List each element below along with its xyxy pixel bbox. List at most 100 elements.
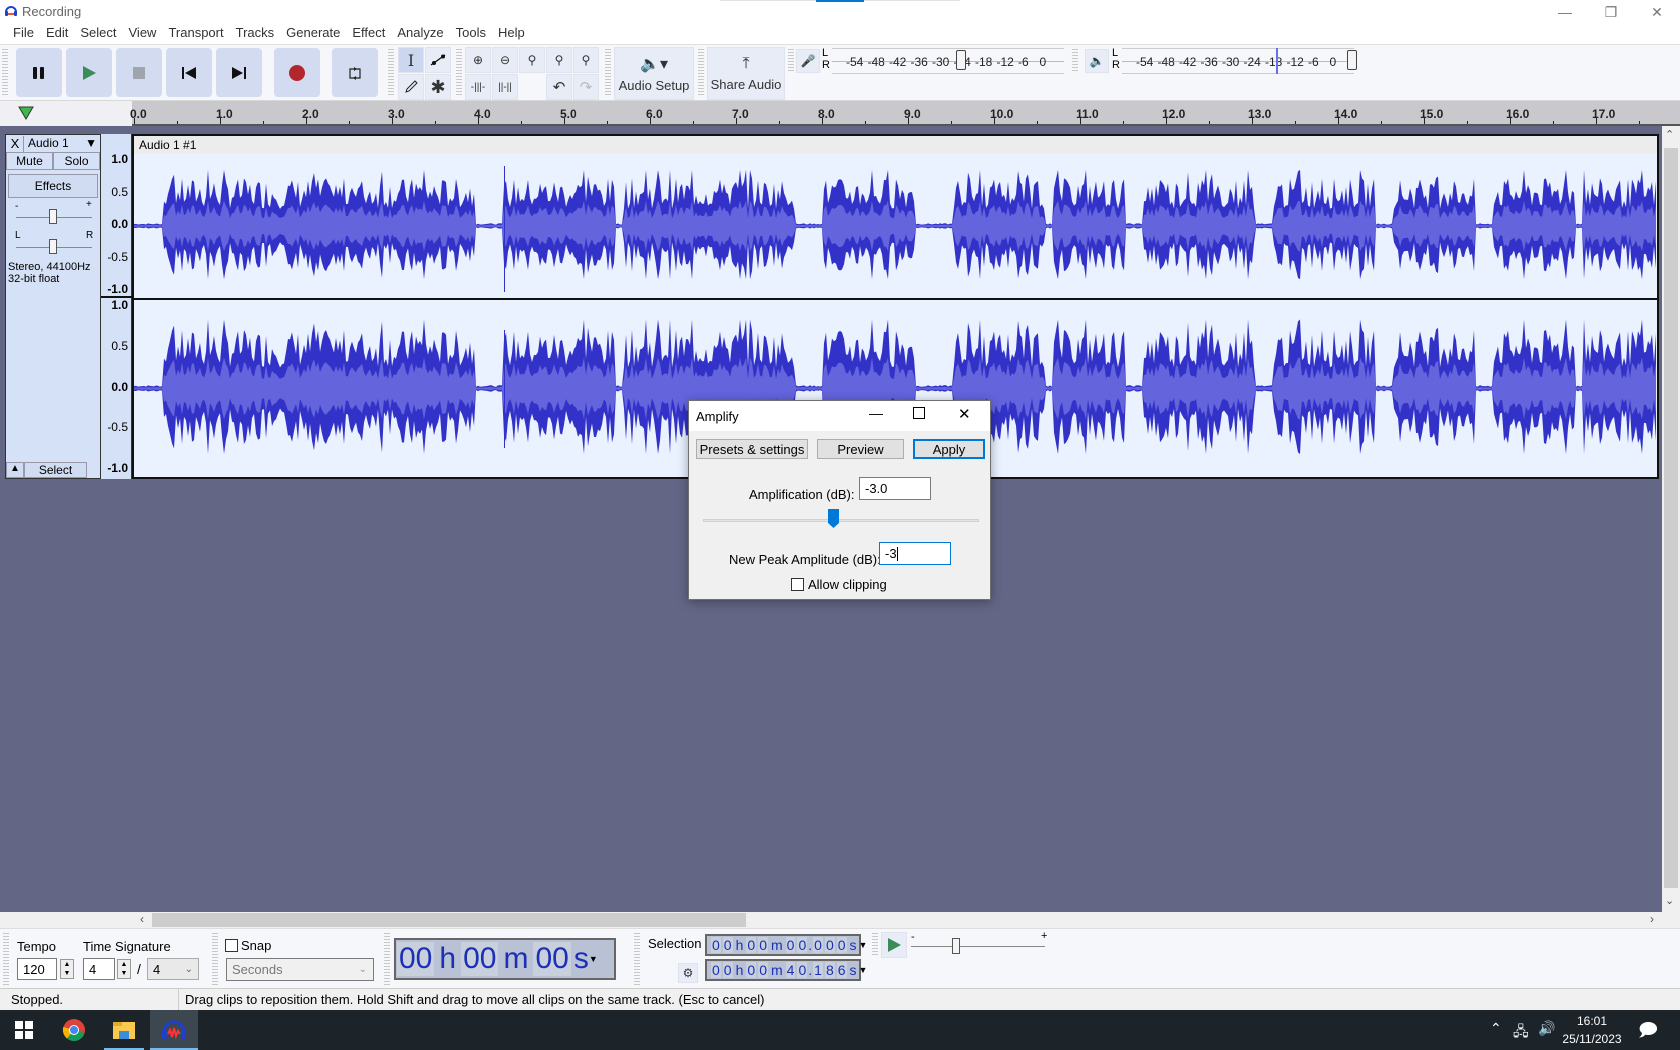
pause-button[interactable] xyxy=(16,48,62,97)
tempo-input[interactable]: 120 xyxy=(17,958,57,980)
timeline-ruler[interactable]: 0.0 1.0 2.0 3.0 4.0 5.0 6.0 7.0 8.0 9.0 10.0 11.0 12… xyxy=(0,101,1680,126)
undo-button[interactable]: ↶ xyxy=(546,74,572,100)
effects-button[interactable]: Effects xyxy=(8,174,98,198)
toolbar-grip[interactable] xyxy=(212,933,218,985)
menu-tracks[interactable]: Tracks xyxy=(230,24,281,44)
show-hidden-icons[interactable]: ⌃ xyxy=(1490,1020,1502,1037)
solo-button[interactable]: Solo xyxy=(53,152,100,170)
network-icon[interactable]: 🖧 xyxy=(1513,1021,1529,1045)
toolbar-grip[interactable] xyxy=(872,933,878,957)
menu-select[interactable]: Select xyxy=(74,24,122,44)
time-display[interactable]: 00 h 00 m 00 s ▼ xyxy=(394,938,616,980)
track-name-menu[interactable]: Audio 1 ▼ xyxy=(25,136,99,152)
amplification-slider-thumb[interactable] xyxy=(827,509,839,528)
time-format-caret-icon[interactable]: ▼ xyxy=(859,965,868,975)
loop-button[interactable] xyxy=(332,48,378,97)
tempo-spinner[interactable]: ▲ ▼ xyxy=(60,959,74,979)
horizontal-scrollbar[interactable]: ‹ › xyxy=(0,912,1680,928)
record-meter[interactable]: -54-48-42-36-30-24-18-12-60 xyxy=(832,48,1064,74)
zoom-out-button[interactable]: ⊖ xyxy=(492,47,518,73)
stop-button[interactable] xyxy=(116,48,162,97)
time-format-caret-icon[interactable]: ▼ xyxy=(589,954,598,964)
taskbar-clock[interactable]: 16:01 25/11/2023 xyxy=(1562,1012,1622,1048)
toolbar-grip[interactable] xyxy=(388,49,394,97)
toolbar-grip[interactable] xyxy=(1072,49,1078,73)
play-speed-slider-thumb[interactable] xyxy=(952,938,960,954)
record-meter-slider-thumb[interactable] xyxy=(956,50,966,70)
snap-checkbox[interactable] xyxy=(225,939,238,952)
menu-file[interactable]: File xyxy=(7,24,40,44)
mute-button[interactable]: Mute xyxy=(6,152,53,170)
toolbar-grip[interactable] xyxy=(788,49,794,73)
menu-view[interactable]: View xyxy=(123,24,163,44)
amplification-input[interactable]: -3.0 xyxy=(859,477,931,500)
time-format-caret-icon[interactable]: ▼ xyxy=(859,940,868,950)
chrome-taskbar-button[interactable] xyxy=(50,1010,98,1050)
track-close-button[interactable]: X xyxy=(7,136,24,152)
menu-effect[interactable]: Effect xyxy=(346,24,391,44)
toolbar-grip[interactable] xyxy=(698,49,704,97)
audacity-taskbar-button[interactable] xyxy=(150,1010,198,1050)
apply-button[interactable]: Apply xyxy=(913,439,985,459)
gain-slider-thumb[interactable] xyxy=(49,209,57,224)
playback-meter-slider-thumb[interactable] xyxy=(1347,50,1357,70)
audio-setup-button[interactable]: 🔈▾ Audio Setup xyxy=(614,47,694,100)
vertical-scroll-thumb[interactable] xyxy=(1664,148,1678,888)
toolbar-grip[interactable] xyxy=(634,933,640,985)
scroll-down-icon[interactable]: ⌄ xyxy=(1665,894,1674,907)
zoom-toggle-button[interactable]: ⚲ xyxy=(573,47,599,73)
menu-transport[interactable]: Transport xyxy=(162,24,229,44)
vertical-scrollbar[interactable]: ⌃ ⌄ xyxy=(1662,126,1680,912)
preview-button[interactable]: Preview xyxy=(817,439,904,459)
selection-start-display[interactable]: 0 0 h 0 0 m 0 0. 0 0 0 s ▼ xyxy=(705,934,867,956)
share-audio-button[interactable]: ⤒ Share Audio xyxy=(707,47,785,100)
record-button[interactable] xyxy=(274,48,320,97)
dialog-minimize-icon[interactable]: — xyxy=(869,405,883,421)
time-sig-spinner[interactable]: ▲ ▼ xyxy=(117,959,131,979)
toolbar-grip[interactable] xyxy=(3,933,9,985)
clip-header[interactable]: Audio 1 #1 xyxy=(134,136,1657,154)
envelope-tool-button[interactable] xyxy=(425,47,451,73)
dialog-maximize-icon[interactable] xyxy=(913,407,925,419)
toolbar-grip[interactable] xyxy=(456,49,462,97)
menu-generate[interactable]: Generate xyxy=(280,24,346,44)
allow-clipping-checkbox[interactable] xyxy=(791,578,804,591)
pan-slider-thumb[interactable] xyxy=(49,239,57,254)
waveform-left-channel[interactable] xyxy=(134,154,1657,298)
play-at-speed-button[interactable] xyxy=(881,932,907,958)
presets-settings-button[interactable]: Presets & settings xyxy=(696,439,808,459)
dialog-close-icon[interactable]: ✕ xyxy=(958,405,971,423)
horizontal-scroll-thumb[interactable] xyxy=(152,913,746,927)
play-button[interactable] xyxy=(66,48,112,97)
start-button[interactable] xyxy=(0,1010,48,1050)
collapse-track-button[interactable]: ▲ xyxy=(6,462,24,478)
file-explorer-taskbar-button[interactable] xyxy=(100,1010,148,1050)
selection-end-display[interactable]: 0 0 h 0 0 m 4 0. 1 8 6 s ▼ xyxy=(705,959,867,981)
snap-unit-select[interactable]: Seconds ⌄ xyxy=(226,958,374,981)
silence-selection-button[interactable]: ||-|| xyxy=(492,74,518,100)
playback-meter-button[interactable]: 🔈 xyxy=(1085,49,1109,73)
menu-help[interactable]: Help xyxy=(492,24,531,44)
menu-edit[interactable]: Edit xyxy=(40,24,74,44)
scroll-right-icon[interactable]: › xyxy=(1650,912,1654,926)
zoom-in-button[interactable]: ⊕ xyxy=(465,47,491,73)
close-button[interactable]: ✕ xyxy=(1634,0,1680,24)
volume-icon[interactable]: 🔊 xyxy=(1538,1020,1555,1037)
skip-to-start-button[interactable] xyxy=(166,48,212,97)
fit-project-button[interactable]: ⚲ xyxy=(546,47,572,73)
trim-outside-button[interactable]: -|||- xyxy=(465,74,491,100)
restore-button[interactable]: ❐ xyxy=(1588,0,1634,24)
amplification-slider-track[interactable] xyxy=(703,519,979,522)
amplitude-ruler[interactable]: 1.0 0.5 0.0 -0.5 -1.0 1.0 0.5 0.0 -0.5 -1.0 xyxy=(101,134,132,479)
time-sig-denominator-select[interactable]: 4 ⌄ xyxy=(147,958,199,980)
skip-to-end-button[interactable] xyxy=(216,48,262,97)
toolbar-grip[interactable] xyxy=(605,49,611,97)
new-peak-input[interactable]: -3 xyxy=(879,542,951,565)
draw-tool-button[interactable] xyxy=(398,74,424,100)
redo-button[interactable]: ↷ xyxy=(573,74,599,100)
scroll-up-icon[interactable]: ⌃ xyxy=(1665,128,1674,141)
menu-analyze[interactable]: Analyze xyxy=(391,24,449,44)
scroll-left-icon[interactable]: ‹ xyxy=(140,912,144,926)
minimize-button[interactable]: — xyxy=(1542,0,1588,24)
toolbar-grip[interactable] xyxy=(384,933,390,985)
